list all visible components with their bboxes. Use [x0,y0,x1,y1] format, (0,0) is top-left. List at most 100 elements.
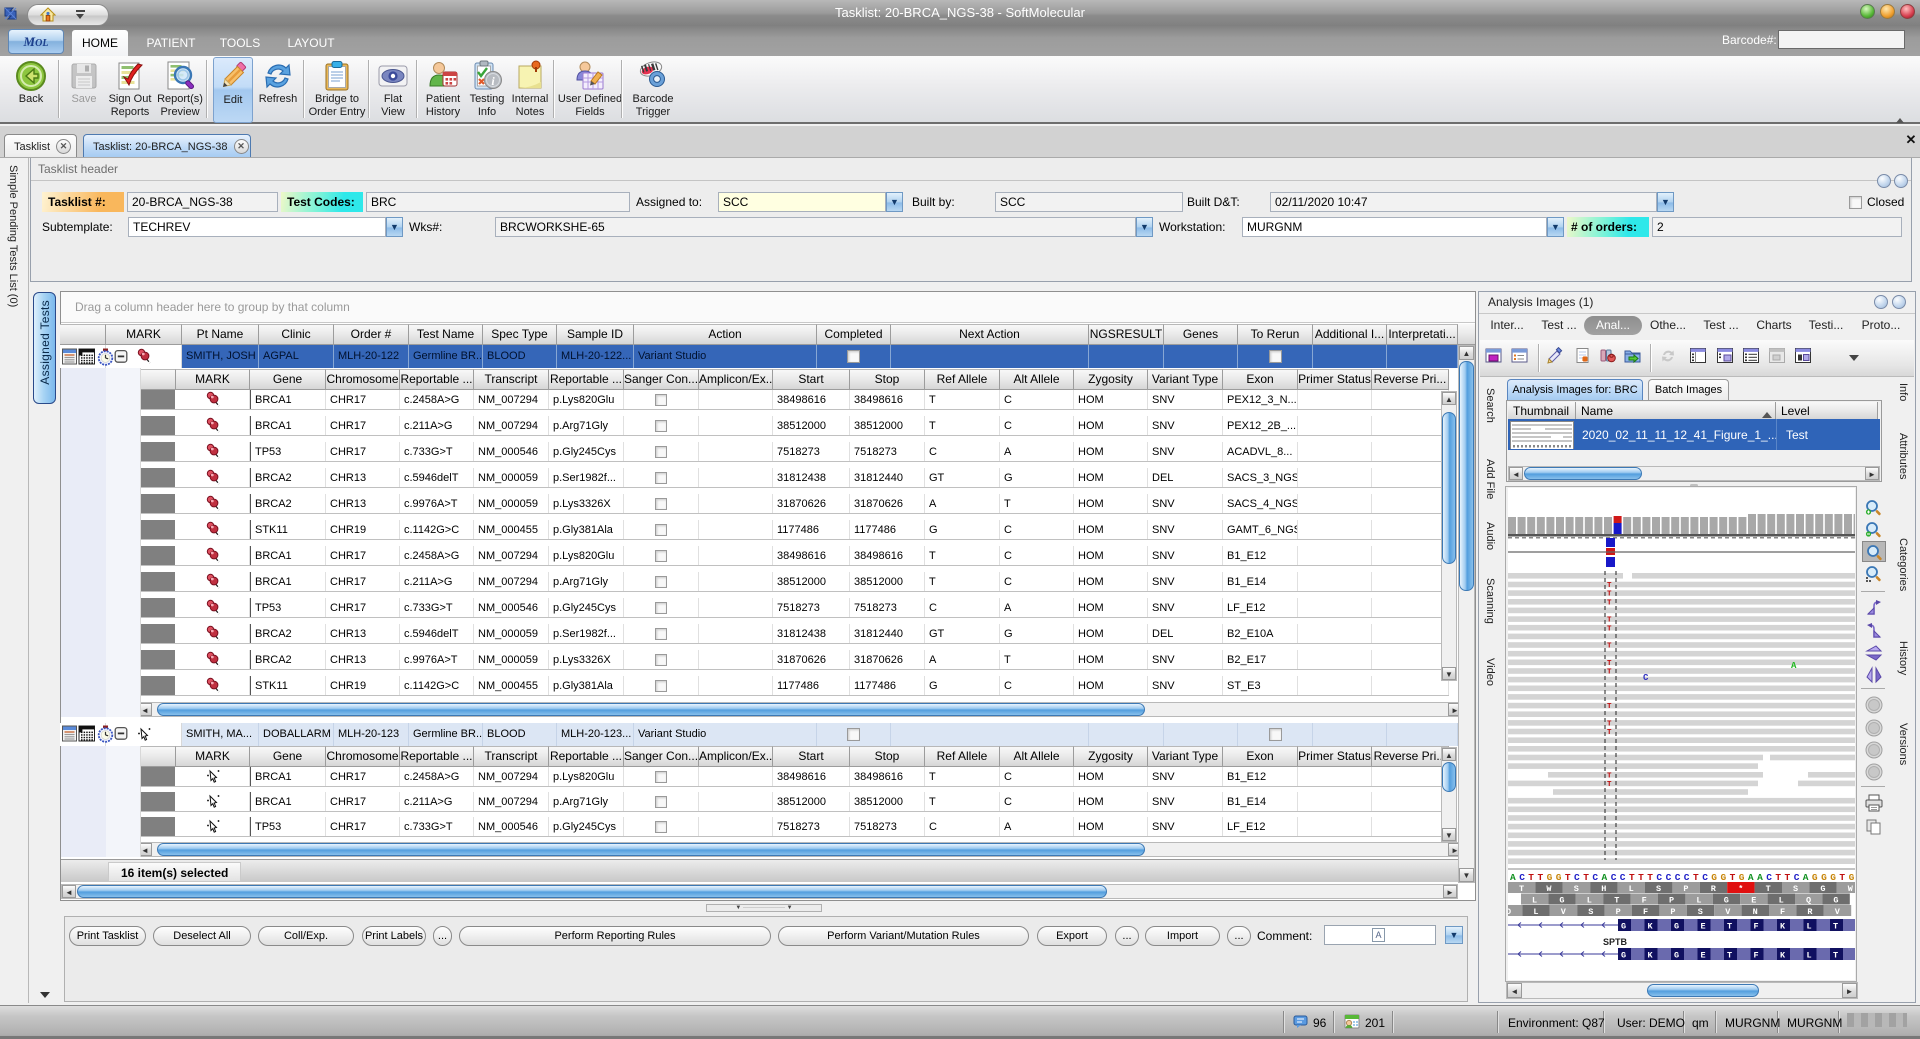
svg-text:T: T [1629,872,1635,883]
svg-text:Q: Q [1806,896,1811,906]
svg-text:R: R [1807,907,1813,917]
svg-text:G: G [1849,872,1855,883]
svg-text:T: T [1614,896,1619,906]
svg-text:T: T [1607,617,1612,625]
svg-text:T: T [1607,591,1612,599]
svg-text:P: P [1669,896,1674,906]
svg-text:C: C [1592,872,1598,883]
svg-text:L: L [1532,896,1537,906]
svg-text:T: T [1730,872,1736,883]
svg-text:T: T [1519,884,1524,894]
svg-text:K: K [1780,922,1786,932]
svg-text:G: G [1812,872,1818,883]
svg-text:T: T [1607,582,1612,590]
svg-text:T: T [1607,643,1612,651]
svg-text:C: C [1766,872,1772,883]
svg-text:T: T [1565,872,1571,883]
svg-text:L: L [1807,922,1812,932]
svg-text:T: T [1607,703,1612,711]
svg-text:C: C [1519,872,1525,883]
svg-text:E: E [1701,951,1706,961]
svg-text:T: T [1538,872,1544,883]
svg-text:L: L [1629,884,1634,894]
svg-text:T: T [1607,660,1612,668]
svg-text:L: L [1696,896,1701,906]
svg-text:C: C [1675,872,1681,883]
svg-text:G: G [1559,896,1564,906]
svg-text:F: F [1754,951,1759,961]
svg-text:G: G [1556,872,1562,883]
svg-text:T: T [1607,729,1612,737]
svg-text:T: T [1607,599,1612,607]
svg-text:A: A [1748,872,1754,883]
svg-text:G: G [1621,922,1626,932]
svg-text:V: V [1725,907,1731,917]
svg-text:G: G [1833,896,1838,906]
svg-text:G: G [1674,922,1679,932]
svg-text:G: G [1547,872,1553,883]
svg-text:G: G [1739,872,1745,883]
svg-text:T: T [1766,884,1771,894]
svg-text:SPTB: SPTB [1603,937,1628,947]
svg-text:T: T [1607,772,1612,780]
svg-text:P: P [1616,907,1621,917]
svg-text:C: C [1656,872,1662,883]
svg-text:A: A [1602,872,1608,883]
svg-text:T: T [1833,922,1838,932]
svg-text:G: G [1621,951,1626,961]
svg-text:T: T [1727,951,1732,961]
svg-text:T: T [1583,872,1589,883]
svg-text:A: A [1757,872,1763,883]
svg-text:A: A [1510,872,1516,883]
svg-text:T: T [1647,872,1653,883]
svg-text:E: E [1751,896,1756,906]
svg-text:L: L [1533,907,1538,917]
svg-text:K: K [1780,951,1786,961]
svg-text:W: W [1546,884,1552,894]
svg-text:G: G [1830,872,1836,883]
svg-text:C: C [1666,872,1672,883]
svg-text:T: T [1607,625,1612,633]
svg-text:V: V [1835,907,1841,917]
svg-text:C: C [1574,872,1580,883]
svg-text:F: F [1642,896,1647,906]
svg-text:*: * [1738,884,1743,894]
svg-text:V: V [1561,907,1567,917]
svg-text:W: W [1848,884,1854,894]
svg-text:C: C [1620,872,1626,883]
svg-text:C: C [1702,872,1708,883]
svg-text:S: S [1574,884,1579,894]
svg-text:C: C [1684,872,1690,883]
svg-text:R: R [1711,884,1717,894]
svg-text:P: P [1683,884,1688,894]
svg-text:G: G [1821,872,1827,883]
svg-text:S: S [1793,884,1798,894]
svg-text:L: L [1779,896,1784,906]
svg-text:G: G [1721,872,1727,883]
svg-text:L: L [1807,951,1812,961]
svg-text:G: G [1711,872,1717,883]
svg-text:H: H [1601,884,1606,894]
svg-text:G: G [1674,951,1679,961]
svg-text:A: A [1803,872,1809,883]
svg-text:C: C [1794,872,1800,883]
svg-text:P: P [1670,907,1675,917]
svg-text:T: T [1839,872,1845,883]
svg-text:C: C [1643,673,1649,683]
svg-text:S: S [1656,884,1661,894]
svg-text:S: S [1588,907,1593,917]
svg-text:T: T [1607,721,1612,729]
svg-text:F: F [1754,922,1759,932]
svg-text:G: G [1724,896,1729,906]
svg-text:G: G [1820,884,1825,894]
svg-text:F: F [1780,907,1785,917]
svg-text:T: T [1607,669,1612,677]
svg-text:T: T [1607,781,1612,789]
svg-text:S: S [1698,907,1703,917]
svg-text:T: T [1833,951,1838,961]
svg-text:T: T [1528,872,1534,883]
svg-text:D: D [1508,907,1511,917]
svg-text:L: L [1587,896,1592,906]
svg-text:E: E [1701,922,1706,932]
svg-text:C: C [1611,872,1617,883]
